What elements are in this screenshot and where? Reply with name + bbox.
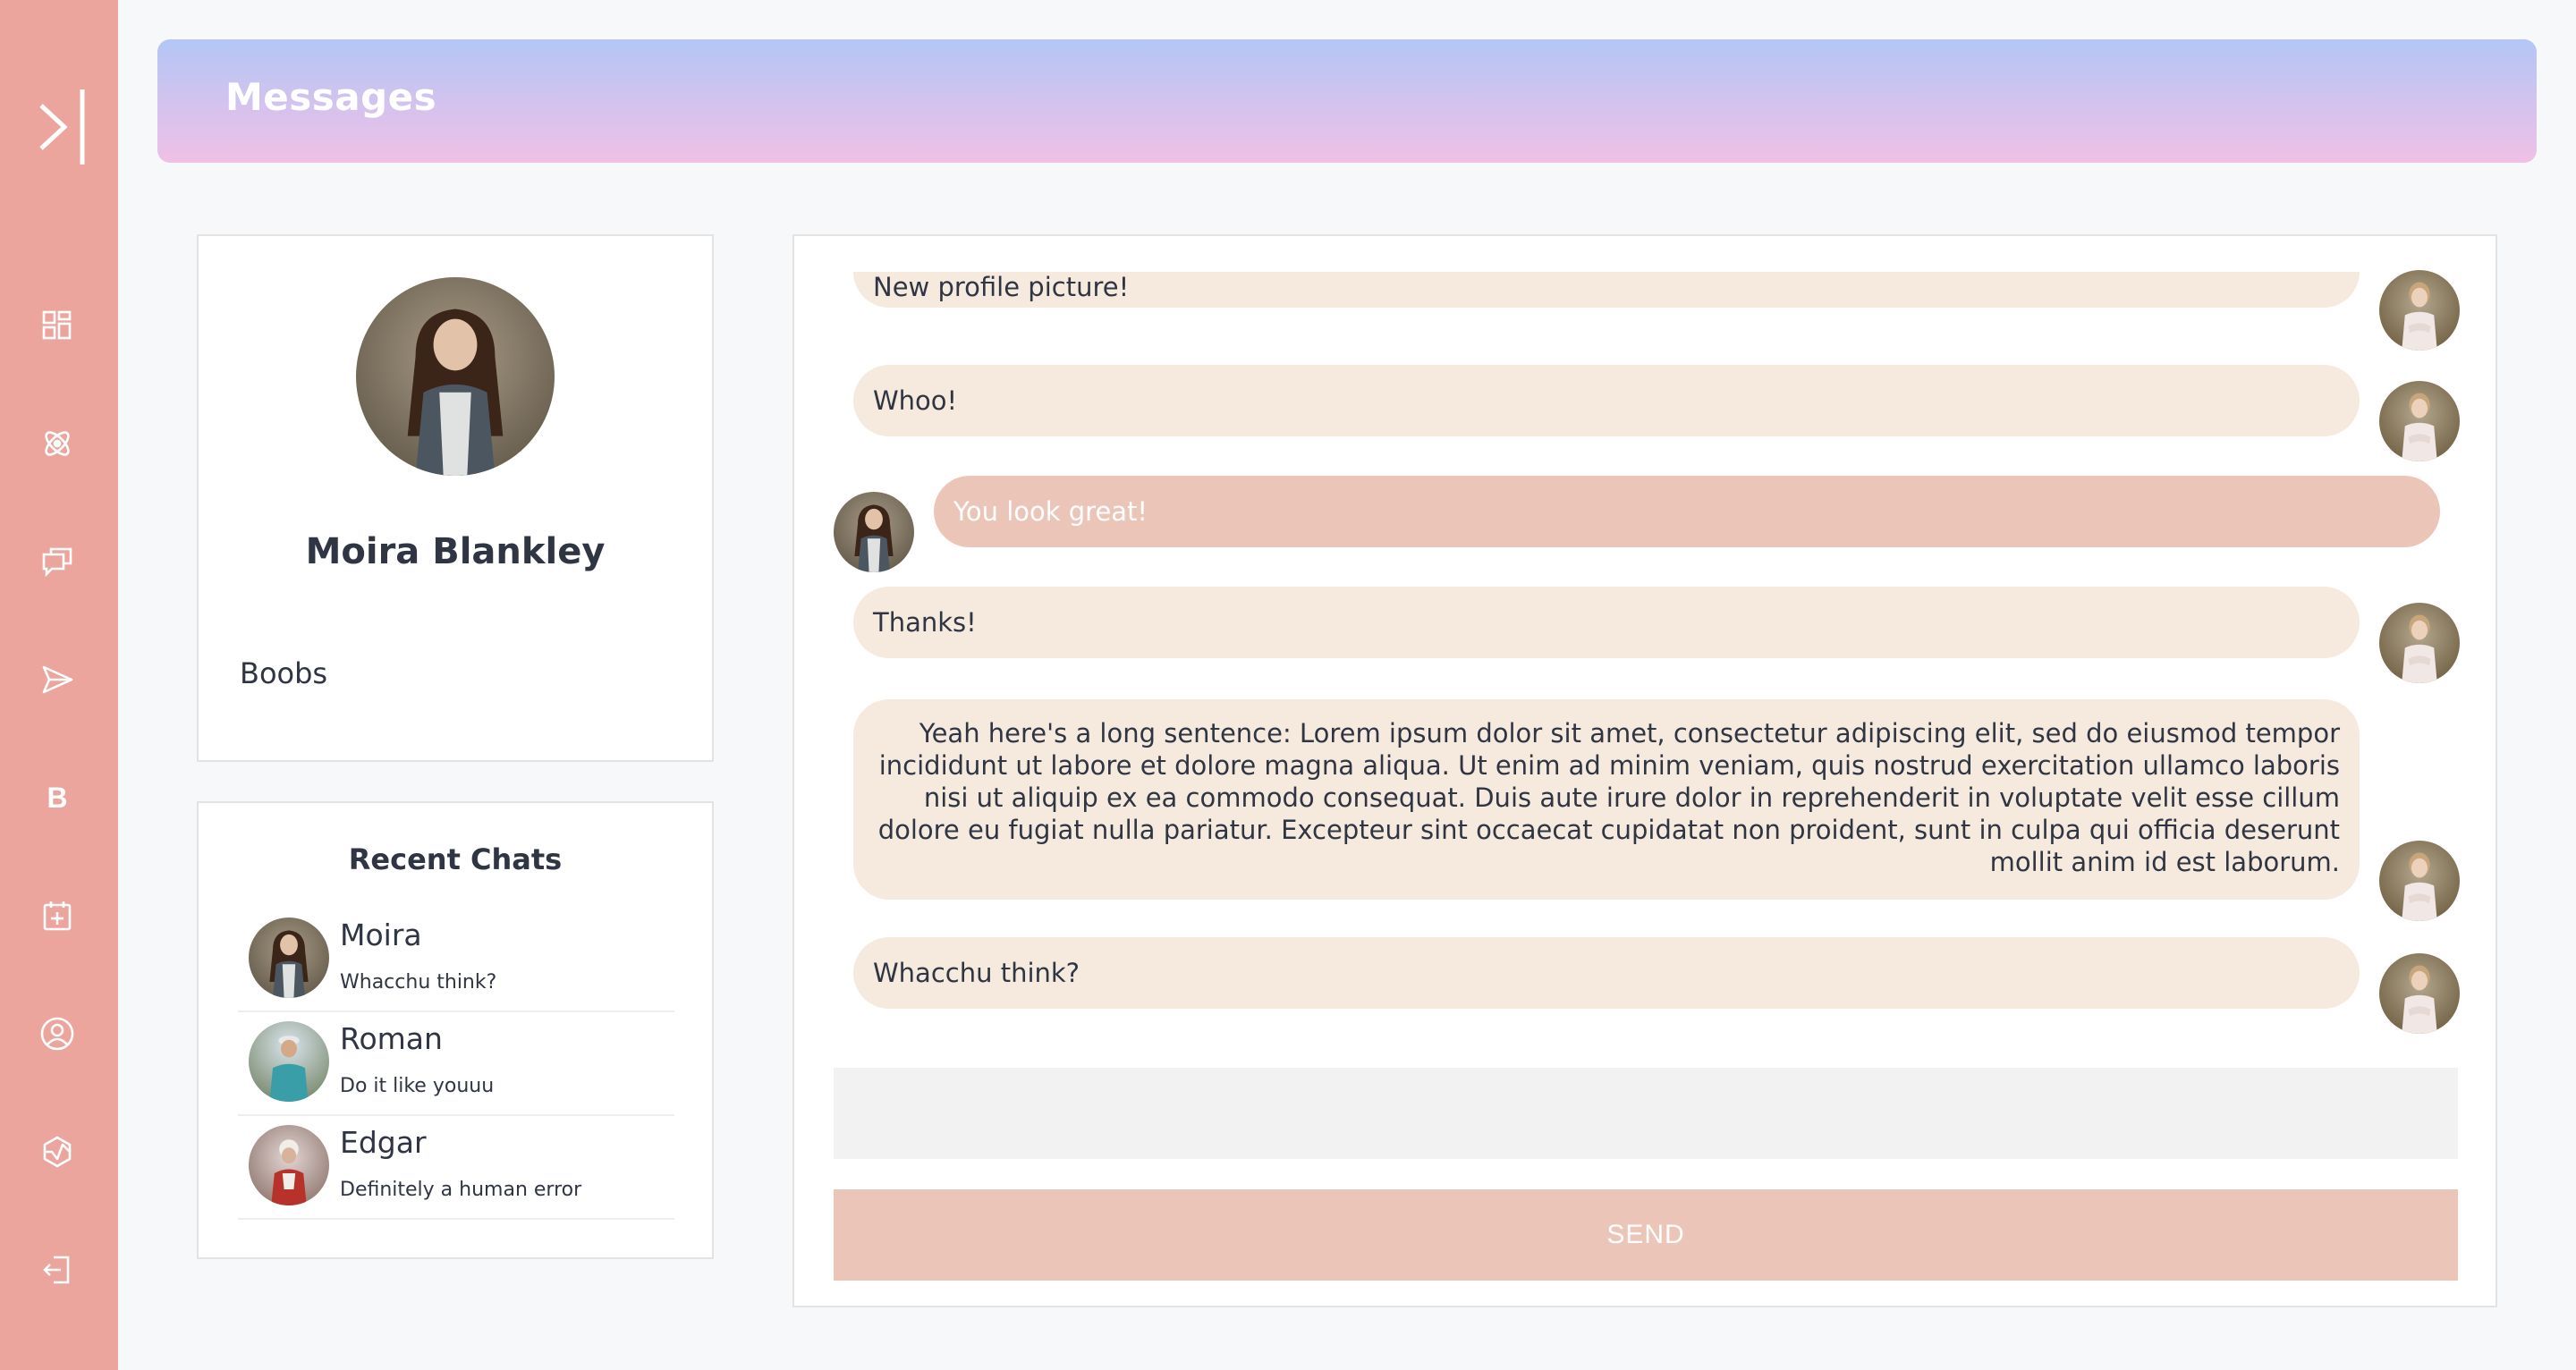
message-bubble: Yeah here's a long sentence: Lorem ipsum… — [853, 699, 2360, 900]
avatar — [2379, 270, 2460, 351]
message-bubble: Whacchu think? — [853, 937, 2360, 1009]
recent-chat-preview: Whacchu think? — [340, 971, 497, 994]
message-bubble: Thanks! — [853, 587, 2360, 658]
message-text: New profile picture! — [873, 272, 1130, 302]
avatar — [2379, 841, 2460, 921]
message-text: Thanks! — [873, 607, 977, 638]
avatar — [834, 492, 914, 572]
avatar — [2379, 953, 2460, 1034]
message-text: Whacchu think? — [873, 958, 1080, 988]
chat-panel: New profile picture! Whoo! You look grea… — [792, 234, 2497, 1307]
page-header: Messages — [157, 39, 2537, 163]
profile-bio: Boobs — [240, 656, 328, 690]
message-input[interactable] — [834, 1068, 2458, 1159]
hexagon-icon[interactable] — [34, 1129, 80, 1175]
recent-chat-roman[interactable]: Roman Do it like youuu — [238, 1012, 674, 1116]
avatar — [249, 1125, 329, 1205]
recent-chat-preview: Do it like youuu — [340, 1075, 495, 1097]
recent-chat-name: Edgar — [340, 1125, 427, 1160]
send-button[interactable]: SEND — [834, 1189, 2458, 1281]
bold-icon[interactable]: B — [34, 774, 80, 821]
sidebar-expand-icon[interactable] — [34, 86, 91, 168]
avatar — [2379, 603, 2460, 683]
recent-chats-list: Moira Whacchu think? Roman Do it like yo… — [238, 909, 674, 1220]
chat-icon[interactable] — [34, 538, 80, 585]
message-bubble: Whoo! — [853, 365, 2360, 436]
dashboard-icon[interactable] — [34, 302, 80, 349]
recent-chat-edgar[interactable]: Edgar Definitely a human error — [238, 1116, 674, 1220]
profile-card: Moira Blankley Boobs — [197, 234, 714, 762]
logout-icon[interactable] — [34, 1247, 80, 1293]
recent-chat-name: Moira — [340, 918, 422, 952]
recent-chats-title: Recent Chats — [348, 842, 563, 876]
calendar-add-icon[interactable] — [34, 892, 80, 939]
message-text: You look great! — [953, 496, 1148, 527]
recent-chats-card: Recent Chats Moira Whacchu think? Roman … — [197, 801, 714, 1259]
recent-chat-moira[interactable]: Moira Whacchu think? — [238, 909, 674, 1012]
message-bubble: New profile picture! — [853, 272, 2360, 308]
avatar — [356, 277, 555, 476]
sidebar: B — [0, 0, 118, 1370]
avatar — [2379, 381, 2460, 461]
message-text: Yeah here's a long sentence: Lorem ipsum… — [877, 718, 2340, 877]
send-icon[interactable] — [34, 656, 80, 703]
recent-chat-preview: Definitely a human error — [340, 1179, 582, 1201]
profile-name: Moira Blankley — [305, 531, 606, 572]
message-bubble: You look great! — [934, 476, 2440, 547]
avatar — [249, 918, 329, 998]
page-title: Messages — [225, 75, 437, 119]
avatar — [249, 1021, 329, 1102]
user-circle-icon[interactable] — [34, 1011, 80, 1057]
atom-icon[interactable] — [34, 420, 80, 467]
message-text: Whoo! — [873, 385, 958, 416]
recent-chat-name: Roman — [340, 1021, 443, 1056]
